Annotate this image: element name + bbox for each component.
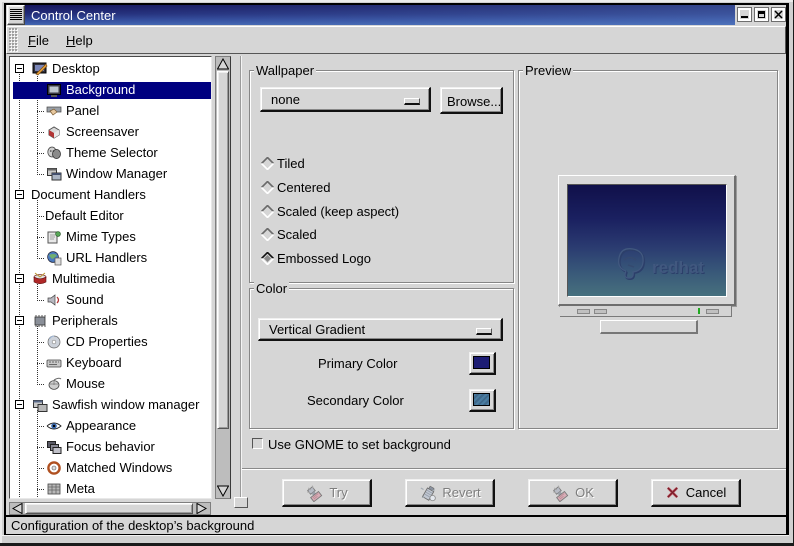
svg-text:redhat: redhat [652,258,704,277]
